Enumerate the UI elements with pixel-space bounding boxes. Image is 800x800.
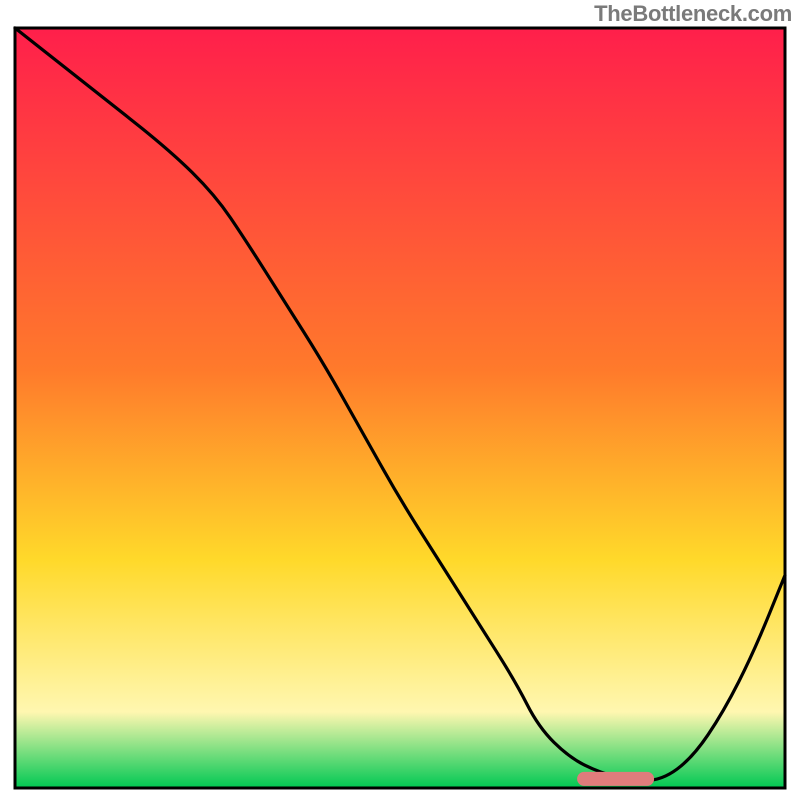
watermark-text: TheBottleneck.com [594, 1, 792, 27]
bottleneck-curve-chart [0, 0, 800, 800]
chart-container: TheBottleneck.com [0, 0, 800, 800]
